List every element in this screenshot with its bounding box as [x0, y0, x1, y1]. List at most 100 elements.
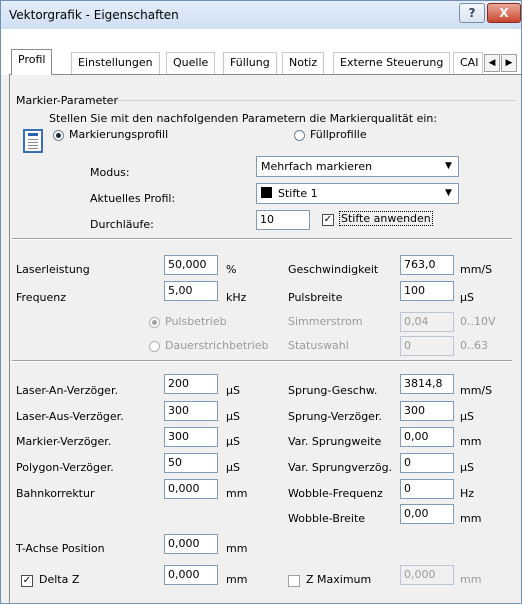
- radio-markierungsprofil-label: Markierungsprofill: [69, 128, 169, 141]
- z-maximum-unit: mm: [460, 573, 482, 586]
- sprung-geschw-label: Sprung-Geschw.: [288, 384, 378, 397]
- var-sprungweite-unit: mm: [460, 435, 482, 448]
- frequenz-unit: kHz: [226, 291, 247, 304]
- tab-quelle[interactable]: Quelle: [166, 52, 216, 74]
- tab-strip: Profil Einstellungen Quelle Füllung Noti…: [1, 29, 521, 75]
- title-bar: Vektorgrafik - Eigenschaften ? X: [1, 1, 521, 29]
- t-achse-field[interactable]: 0,000: [164, 534, 218, 554]
- laser-aus-field[interactable]: 300: [164, 401, 218, 421]
- tab-scroll-right-icon[interactable]: ▶: [501, 54, 517, 72]
- tab-cai[interactable]: CAI: [453, 52, 483, 74]
- var-sprungweite-field[interactable]: 0,00: [400, 427, 454, 447]
- wobble-breite-label: Wobble-Breite: [288, 512, 366, 525]
- statuswahl-field[interactable]: 0: [400, 336, 454, 356]
- document-icon: [23, 129, 43, 153]
- var-sprungweite-label: Var. Sprungweite: [288, 435, 382, 448]
- radio-pulsbetrieb[interactable]: [149, 317, 160, 328]
- profil-value: Stifte 1: [278, 187, 318, 200]
- z-maximum-label: Z Maximum: [306, 573, 372, 586]
- stifte-anwenden-checkbox[interactable]: ✓: [322, 214, 334, 226]
- sprung-verzoeger-unit: µS: [460, 410, 474, 423]
- bahnkorrektur-field[interactable]: 0,000: [164, 479, 218, 499]
- separator: [12, 360, 512, 362]
- polygon-verzoeger-label: Polygon-Verzöger.: [16, 461, 114, 474]
- group-title: Markier-Parameter: [16, 94, 118, 107]
- simmerstrom-field[interactable]: 0,04: [400, 312, 454, 332]
- profil-panel: Markier-Parameter Stellen Sie mit den na…: [9, 74, 521, 603]
- simmerstrom-label: Simmerstrom: [288, 315, 363, 328]
- frequenz-label: Frequenz: [16, 291, 67, 304]
- frequenz-field[interactable]: 5,00: [164, 281, 218, 301]
- sprung-geschw-field[interactable]: 3814,8: [400, 374, 454, 394]
- tab-scroll-left-icon[interactable]: ◀: [484, 54, 500, 72]
- wobble-frequenz-field[interactable]: 0: [400, 479, 454, 499]
- sprung-geschw-unit: mm/S: [460, 384, 493, 397]
- markier-verzoeger-label: Markier-Verzöger.: [16, 435, 112, 448]
- modus-value: Mehrfach markieren: [261, 160, 373, 173]
- bahnkorrektur-unit: mm: [226, 487, 248, 500]
- window-title: Vektorgrafik - Eigenschaften: [9, 8, 179, 22]
- laserleistung-field[interactable]: 50,000: [164, 255, 218, 275]
- geschwindigkeit-unit: mm/S: [460, 263, 493, 276]
- dauerstrichbetrieb-label: Dauerstrichbetrieb: [165, 339, 269, 352]
- profil-select[interactable]: Stifte 1 ▼: [256, 183, 459, 204]
- radio-dauerstrichbetrieb[interactable]: [149, 341, 160, 352]
- var-sprungverzoeg-unit: µS: [460, 461, 474, 474]
- statuswahl-label: Statuswahl: [288, 339, 349, 352]
- pen-color-swatch: [261, 187, 272, 198]
- pulsbreite-field[interactable]: 100: [400, 281, 454, 301]
- modus-select[interactable]: Mehrfach markieren ▼: [256, 156, 459, 177]
- z-maximum-checkbox[interactable]: [288, 575, 300, 587]
- properties-window: Vektorgrafik - Eigenschaften ? X Profil …: [0, 0, 522, 604]
- geschwindigkeit-field[interactable]: 763,0: [400, 255, 454, 275]
- var-sprungverzoeg-label: Var. Sprungverzög.: [288, 461, 393, 474]
- delta-z-field[interactable]: 0,000: [164, 565, 218, 585]
- z-maximum-field[interactable]: 0,000: [400, 565, 454, 585]
- radio-markierungsprofil[interactable]: [53, 130, 64, 141]
- laserleistung-unit: %: [226, 263, 237, 276]
- separator: [12, 238, 512, 240]
- laser-aus-unit: µS: [226, 410, 240, 423]
- polygon-verzoeger-field[interactable]: 50: [164, 453, 218, 473]
- aktuelles-profil-label: Aktuelles Profil:: [90, 192, 176, 205]
- delta-z-checkbox[interactable]: ✓: [21, 575, 33, 587]
- markier-verzoeger-field[interactable]: 300: [164, 427, 218, 447]
- wobble-frequenz-label: Wobble-Frequenz: [288, 487, 383, 500]
- radio-fuellprofile-label: Füllprofille: [310, 128, 367, 141]
- laser-an-field[interactable]: 200: [164, 374, 218, 394]
- laser-an-unit: µS: [226, 384, 240, 397]
- tab-externe-steuerung[interactable]: Externe Steuerung: [333, 52, 451, 74]
- close-button[interactable]: X: [487, 3, 521, 23]
- delta-z-label: Delta Z: [39, 573, 80, 586]
- wobble-breite-unit: mm: [460, 512, 482, 525]
- pulsbreite-unit: µS: [460, 291, 474, 304]
- polygon-verzoeger-unit: µS: [226, 461, 240, 474]
- wobble-frequenz-unit: Hz: [460, 487, 475, 500]
- tab-fuellung[interactable]: Füllung: [223, 52, 277, 74]
- tab-profil[interactable]: Profil: [11, 49, 53, 75]
- statuswahl-range: 0..63: [460, 339, 488, 352]
- laser-aus-label: Laser-Aus-Verzöger.: [16, 410, 124, 423]
- radio-fuellprofile[interactable]: [294, 130, 305, 141]
- modus-label: Modus:: [90, 166, 130, 179]
- geschwindigkeit-label: Geschwindigkeit: [288, 263, 379, 276]
- durchlaeufe-field[interactable]: 10: [256, 210, 310, 230]
- wobble-breite-field[interactable]: 0,00: [400, 504, 454, 524]
- simmerstrom-range: 0..10V: [460, 315, 496, 328]
- durchlaeufe-label: Durchläufe:: [90, 218, 154, 231]
- t-achse-unit: mm: [226, 542, 248, 555]
- t-achse-label: T-Achse Position: [16, 542, 105, 555]
- laserleistung-label: Laserleistung: [16, 263, 90, 276]
- bahnkorrektur-label: Bahnkorrektur: [16, 487, 95, 500]
- group-line: [90, 100, 516, 101]
- help-button[interactable]: ?: [459, 3, 485, 23]
- sprung-verzoeger-field[interactable]: 300: [400, 401, 454, 421]
- tab-einstellungen[interactable]: Einstellungen: [71, 52, 160, 74]
- pulsbreite-label: Pulsbreite: [288, 291, 343, 304]
- stifte-anwenden-label: Stifte anwenden: [339, 211, 433, 226]
- pulsbetrieb-label: Pulsbetrieb: [165, 315, 227, 328]
- tab-notiz[interactable]: Notiz: [282, 52, 325, 74]
- var-sprungverzoeg-field[interactable]: 0: [400, 453, 454, 473]
- chevron-down-icon: ▼: [445, 188, 452, 198]
- instruction-text: Stellen Sie mit den nachfolgenden Parame…: [49, 112, 438, 125]
